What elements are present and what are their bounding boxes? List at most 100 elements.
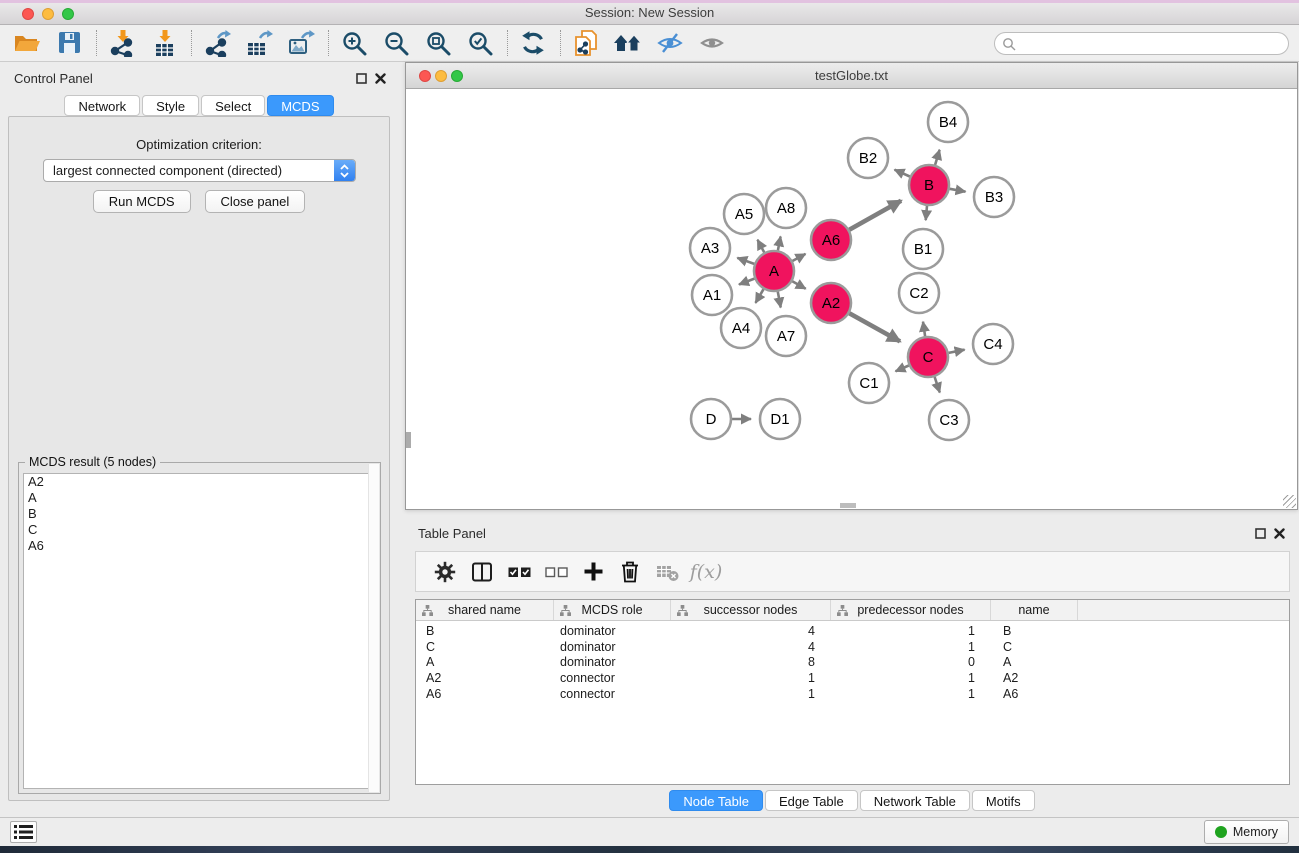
close-panel-icon[interactable] <box>375 73 386 84</box>
edge-A-A6[interactable] <box>792 254 805 261</box>
add-column-button[interactable] <box>578 557 608 587</box>
table-row[interactable]: A6connector11A6 <box>416 687 1289 703</box>
graph-node-C[interactable]: C <box>908 337 948 377</box>
close-panel-button[interactable]: Close panel <box>205 190 306 213</box>
edge-A2-C[interactable] <box>849 313 900 341</box>
unselect-all-button[interactable] <box>541 557 571 587</box>
graph-node-B[interactable]: B <box>909 165 949 205</box>
import-network-button[interactable] <box>105 27 139 59</box>
graph-node-A5[interactable]: A5 <box>724 194 764 234</box>
open-session-button[interactable] <box>10 27 44 59</box>
graph-node-A7[interactable]: A7 <box>766 316 806 356</box>
result-item[interactable]: A6 <box>24 538 375 554</box>
canvas-horizontal-scroll-thumb[interactable] <box>840 503 856 508</box>
zoom-fit-button[interactable] <box>421 27 455 59</box>
edge-A6-B[interactable] <box>849 201 901 230</box>
edge-A-A4[interactable] <box>756 289 764 303</box>
close-panel-icon[interactable] <box>1274 528 1285 539</box>
show-columns-button[interactable] <box>467 557 497 587</box>
edge-B-B2[interactable] <box>895 170 910 177</box>
tab-network[interactable]: Network <box>64 95 140 116</box>
graph-node-A1[interactable]: A1 <box>692 275 732 315</box>
graph-node-D1[interactable]: D1 <box>760 399 800 439</box>
graph-node-A8[interactable]: A8 <box>766 188 806 228</box>
tab-edge-table[interactable]: Edge Table <box>765 790 858 811</box>
network-graph[interactable]: B4B2BB3A5A8A6A3B1AA1C2A2A4A7C4CC1C3DD1 <box>406 90 1297 511</box>
tab-mcds[interactable]: MCDS <box>267 95 333 116</box>
zoom-selected-button[interactable] <box>463 27 497 59</box>
import-table-button[interactable] <box>147 27 181 59</box>
home-layout-button[interactable] <box>611 27 645 59</box>
graph-node-A4[interactable]: A4 <box>721 308 761 348</box>
table-row[interactable]: Cdominator41C <box>416 640 1289 656</box>
result-item[interactable]: C <box>24 522 375 538</box>
run-mcds-button[interactable]: Run MCDS <box>93 190 191 213</box>
graph-node-B3[interactable]: B3 <box>974 177 1014 217</box>
result-item[interactable]: A <box>24 490 375 506</box>
export-table-button[interactable] <box>242 27 276 59</box>
canvas-vertical-scroll-thumb[interactable] <box>406 432 411 448</box>
edge-C-C4[interactable] <box>949 350 965 353</box>
table-row[interactable]: A2connector11A2 <box>416 671 1289 687</box>
tab-network-table[interactable]: Network Table <box>860 790 970 811</box>
table-row[interactable]: Bdominator41B <box>416 624 1289 640</box>
function-builder-button[interactable]: f(x) <box>689 557 719 587</box>
window-resize-grip[interactable] <box>1283 495 1296 508</box>
column-header-name[interactable]: name <box>991 600 1078 620</box>
edge-A-A7[interactable] <box>778 292 781 308</box>
graph-node-C1[interactable]: C1 <box>849 363 889 403</box>
graph-node-A[interactable]: A <box>754 251 794 291</box>
result-item[interactable]: A2 <box>24 474 375 490</box>
column-header-predecessor-nodes[interactable]: predecessor nodes <box>831 600 991 620</box>
hide-labels-button[interactable] <box>653 27 687 59</box>
edge-A-A3[interactable] <box>737 258 754 264</box>
edge-B-B4[interactable] <box>935 150 940 165</box>
edge-B-B3[interactable] <box>950 189 966 192</box>
tab-select[interactable]: Select <box>201 95 265 116</box>
memory-button[interactable]: Memory <box>1204 820 1289 844</box>
edge-A-A5[interactable] <box>758 240 765 253</box>
criterion-select[interactable]: largest connected component (directed) <box>43 159 356 182</box>
float-panel-icon[interactable] <box>356 73 367 84</box>
search-input[interactable] <box>994 32 1289 55</box>
network-canvas[interactable]: B4B2BB3A5A8A6A3B1AA1C2A2A4A7C4CC1C3DD1 <box>406 90 1297 509</box>
edge-A-A1[interactable] <box>739 279 754 285</box>
select-all-button[interactable] <box>504 557 534 587</box>
float-panel-icon[interactable] <box>1255 528 1266 539</box>
column-header-shared-name[interactable]: shared name <box>416 600 554 620</box>
graph-node-B4[interactable]: B4 <box>928 102 968 142</box>
zoom-out-button[interactable] <box>379 27 413 59</box>
delete-column-button[interactable] <box>615 557 645 587</box>
edge-A-A2[interactable] <box>792 281 805 289</box>
edge-A-A8[interactable] <box>778 237 781 251</box>
graph-node-A3[interactable]: A3 <box>690 228 730 268</box>
result-item[interactable]: B <box>24 506 375 522</box>
task-history-button[interactable] <box>10 821 37 843</box>
refresh-button[interactable] <box>516 27 550 59</box>
result-list-scrollbar[interactable] <box>368 464 379 792</box>
graph-node-D[interactable]: D <box>691 399 731 439</box>
graph-node-A6[interactable]: A6 <box>811 220 851 260</box>
column-header-successor-nodes[interactable]: successor nodes <box>671 600 831 620</box>
edge-C-C2[interactable] <box>923 322 925 337</box>
table-row[interactable]: Adominator80A <box>416 655 1289 671</box>
tab-node-table[interactable]: Node Table <box>669 790 763 811</box>
show-view-button[interactable] <box>695 27 729 59</box>
graph-node-B1[interactable]: B1 <box>903 229 943 269</box>
tab-style[interactable]: Style <box>142 95 199 116</box>
edge-C-C1[interactable] <box>896 366 909 372</box>
clone-network-button[interactable] <box>569 27 603 59</box>
table-settings-button[interactable] <box>430 557 460 587</box>
select-stepper[interactable] <box>334 159 355 182</box>
tab-motifs[interactable]: Motifs <box>972 790 1035 811</box>
graph-node-A2[interactable]: A2 <box>811 283 851 323</box>
export-network-button[interactable] <box>200 27 234 59</box>
graph-node-C3[interactable]: C3 <box>929 400 969 440</box>
delete-table-button[interactable] <box>652 557 682 587</box>
graph-node-B2[interactable]: B2 <box>848 138 888 178</box>
export-image-button[interactable] <box>284 27 318 59</box>
graph-node-C4[interactable]: C4 <box>973 324 1013 364</box>
edge-B-B1[interactable] <box>926 206 927 220</box>
edge-C-C3[interactable] <box>935 377 940 393</box>
column-header-MCDS-role[interactable]: MCDS role <box>554 600 671 620</box>
